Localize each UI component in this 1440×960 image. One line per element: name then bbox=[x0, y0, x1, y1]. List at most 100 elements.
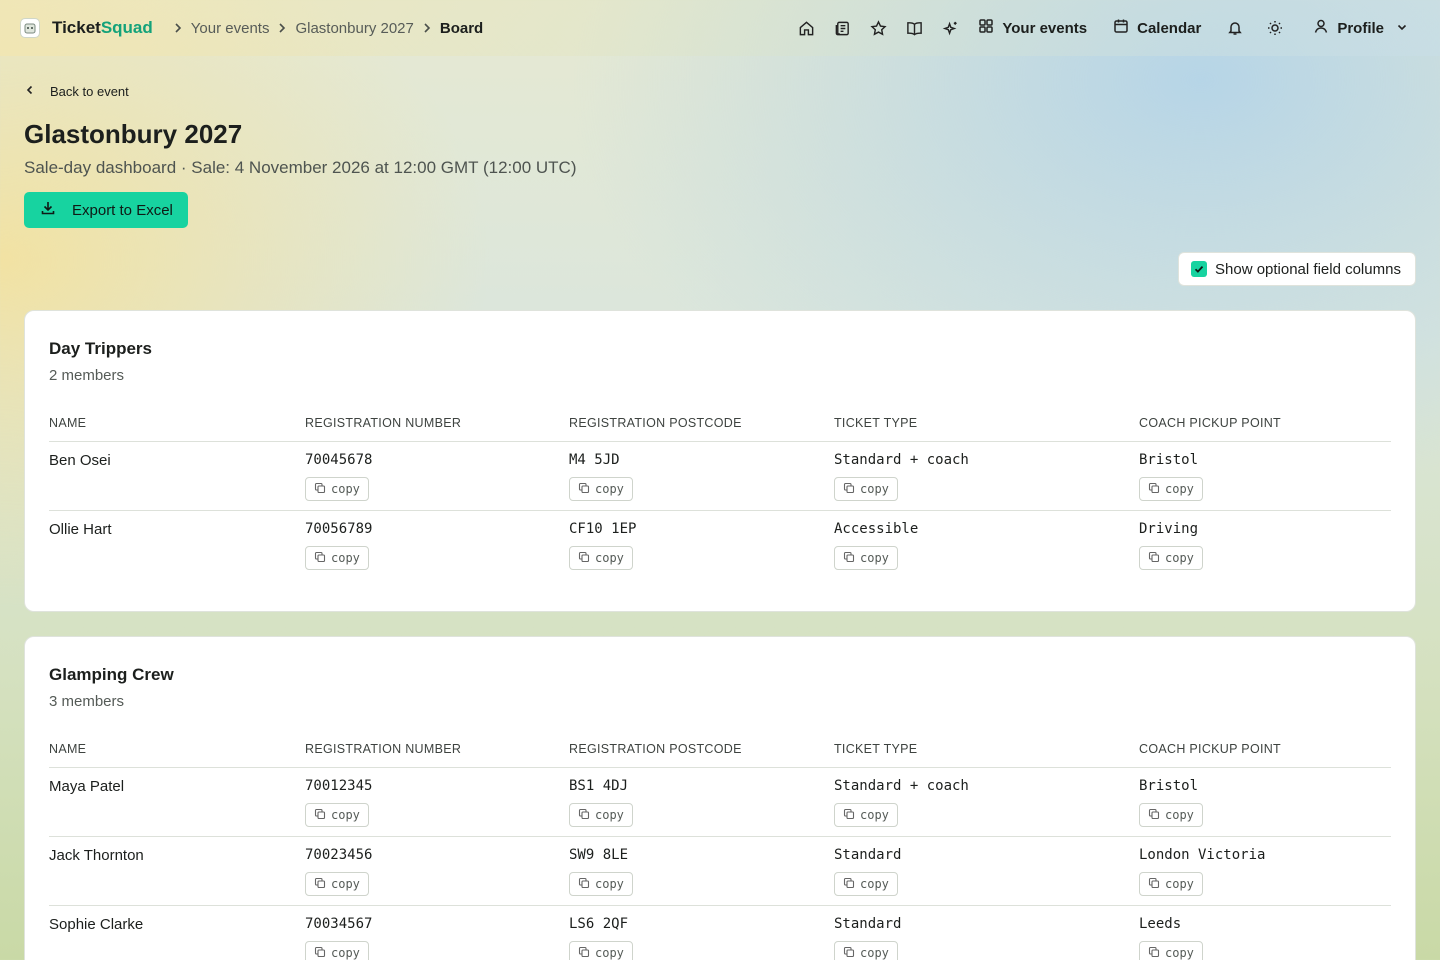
copy-label: copy bbox=[331, 946, 360, 960]
grid-icon bbox=[978, 18, 994, 38]
brand-prefix: Ticket bbox=[52, 18, 101, 37]
copy-label: copy bbox=[860, 482, 889, 496]
table-row: Ollie Hart 70056789 copy CF10 1EP copy Acc… bbox=[49, 511, 1391, 580]
check-icon[interactable] bbox=[1191, 261, 1207, 277]
book-icon[interactable] bbox=[896, 10, 932, 46]
table-row: Maya Patel 70012345 copy BS1 4DJ copy Stan… bbox=[49, 768, 1391, 837]
copy-button[interactable]: copy bbox=[569, 941, 633, 960]
page-subtitle: Sale-day dashboard · Sale: 4 November 20… bbox=[24, 158, 577, 177]
page-title: Glastonbury 2027 bbox=[24, 119, 243, 149]
reg-number-value: 70023456 bbox=[305, 847, 373, 863]
copy-button[interactable]: copy bbox=[834, 477, 898, 501]
breadcrumb-event[interactable]: Glastonbury 2027 bbox=[295, 20, 413, 37]
member-name: Ben Osei bbox=[49, 452, 111, 469]
chevron-down-icon bbox=[1396, 20, 1408, 37]
nav-your-events[interactable]: Your events bbox=[968, 10, 1097, 46]
logo-icon[interactable] bbox=[20, 18, 40, 38]
copy-button[interactable]: copy bbox=[834, 803, 898, 827]
member-name: Sophie Clarke bbox=[49, 916, 144, 933]
column-header-reg-number: REGISTRATION NUMBER bbox=[305, 742, 462, 756]
group-card: Glamping Crew 3 members NAME REGISTRATIO… bbox=[24, 636, 1416, 960]
postcode-value: BS1 4DJ bbox=[569, 778, 629, 794]
chevron-right-icon bbox=[277, 22, 287, 34]
copy-button[interactable]: copy bbox=[834, 546, 898, 570]
table-row: Jack Thornton 70023456 copy SW9 8LE copy S… bbox=[49, 837, 1391, 906]
nav-calendar[interactable]: Calendar bbox=[1103, 10, 1211, 46]
ticket-type-value: Standard bbox=[834, 847, 902, 863]
copy-button[interactable]: copy bbox=[305, 941, 369, 960]
copy-label: copy bbox=[331, 551, 360, 565]
copy-icon bbox=[578, 551, 590, 566]
chevron-right-icon bbox=[422, 22, 432, 34]
copy-label: copy bbox=[1165, 946, 1194, 960]
nav-your-events-label: Your events bbox=[1002, 19, 1088, 37]
chevron-left-icon bbox=[24, 84, 36, 99]
copy-button[interactable]: copy bbox=[569, 872, 633, 896]
copy-button[interactable]: copy bbox=[305, 477, 369, 501]
copy-label: copy bbox=[595, 808, 624, 822]
column-header-ticket-type: TICKET TYPE bbox=[834, 742, 918, 756]
news-icon[interactable] bbox=[824, 10, 860, 46]
copy-button[interactable]: copy bbox=[834, 872, 898, 896]
postcode-value: CF10 1EP bbox=[569, 521, 637, 537]
copy-label: copy bbox=[331, 877, 360, 891]
export-to-excel-button[interactable]: Export to Excel bbox=[24, 192, 188, 228]
breadcrumb-board: Board bbox=[439, 19, 484, 37]
copy-button[interactable]: copy bbox=[1139, 803, 1203, 827]
copy-label: copy bbox=[1165, 482, 1194, 496]
pickup-value: Bristol bbox=[1139, 452, 1199, 468]
column-header-ticket-type: TICKET TYPE bbox=[834, 416, 918, 430]
nav-profile[interactable]: Profile bbox=[1303, 10, 1418, 46]
star-icon[interactable] bbox=[860, 10, 896, 46]
copy-button[interactable]: copy bbox=[569, 477, 633, 501]
home-icon[interactable] bbox=[788, 10, 824, 46]
copy-icon bbox=[314, 808, 326, 823]
breadcrumb-your-events[interactable]: Your events bbox=[191, 20, 270, 37]
copy-label: copy bbox=[1165, 551, 1194, 565]
members-table: NAME REGISTRATION NUMBER REGISTRATION PO… bbox=[49, 742, 1391, 960]
sparkle-icon[interactable] bbox=[932, 10, 968, 46]
copy-button[interactable]: copy bbox=[834, 941, 898, 960]
member-name: Ollie Hart bbox=[49, 521, 112, 538]
copy-button[interactable]: copy bbox=[1139, 941, 1203, 960]
copy-icon bbox=[314, 877, 326, 892]
back-to-event-link[interactable]: Back to event bbox=[24, 84, 129, 99]
postcode-value: SW9 8LE bbox=[569, 847, 629, 863]
column-header-postcode: REGISTRATION POSTCODE bbox=[569, 742, 742, 756]
column-header-name: NAME bbox=[49, 416, 87, 430]
brand-name[interactable]: TicketSquad bbox=[52, 18, 153, 38]
copy-icon bbox=[314, 551, 326, 566]
copy-button[interactable]: copy bbox=[1139, 477, 1203, 501]
reg-number-value: 70034567 bbox=[305, 916, 373, 932]
optional-columns-toggle[interactable]: Show optional field columns bbox=[1178, 252, 1416, 286]
copy-label: copy bbox=[1165, 808, 1194, 822]
sun-icon[interactable] bbox=[1257, 10, 1293, 46]
top-bar: TicketSquad Your events Glastonbury 2027… bbox=[0, 0, 1440, 56]
bell-icon[interactable] bbox=[1217, 10, 1253, 46]
copy-label: copy bbox=[595, 551, 624, 565]
download-icon bbox=[40, 200, 56, 220]
copy-button[interactable]: copy bbox=[305, 872, 369, 896]
members-table: NAME REGISTRATION NUMBER REGISTRATION PO… bbox=[49, 416, 1391, 580]
back-label: Back to event bbox=[50, 84, 129, 99]
member-name: Jack Thornton bbox=[49, 847, 144, 864]
group-member-count: 3 members bbox=[49, 693, 125, 710]
copy-button[interactable]: copy bbox=[569, 546, 633, 570]
main-nav: Your events Calendar Profile bbox=[788, 10, 1418, 46]
ticket-type-value: Standard + coach bbox=[834, 452, 969, 468]
copy-button[interactable]: copy bbox=[1139, 546, 1203, 570]
copy-button[interactable]: copy bbox=[569, 803, 633, 827]
member-name: Maya Patel bbox=[49, 778, 125, 795]
copy-button[interactable]: copy bbox=[305, 803, 369, 827]
export-label: Export to Excel bbox=[72, 201, 173, 219]
copy-button[interactable]: copy bbox=[1139, 872, 1203, 896]
column-header-name: NAME bbox=[49, 742, 87, 756]
ticket-type-value: Standard bbox=[834, 916, 902, 932]
pickup-value: Bristol bbox=[1139, 778, 1199, 794]
group-title: Day Trippers bbox=[49, 339, 152, 358]
copy-button[interactable]: copy bbox=[305, 546, 369, 570]
calendar-icon bbox=[1113, 18, 1129, 38]
copy-icon bbox=[314, 946, 326, 960]
copy-icon bbox=[1148, 877, 1160, 892]
copy-label: copy bbox=[1165, 877, 1194, 891]
